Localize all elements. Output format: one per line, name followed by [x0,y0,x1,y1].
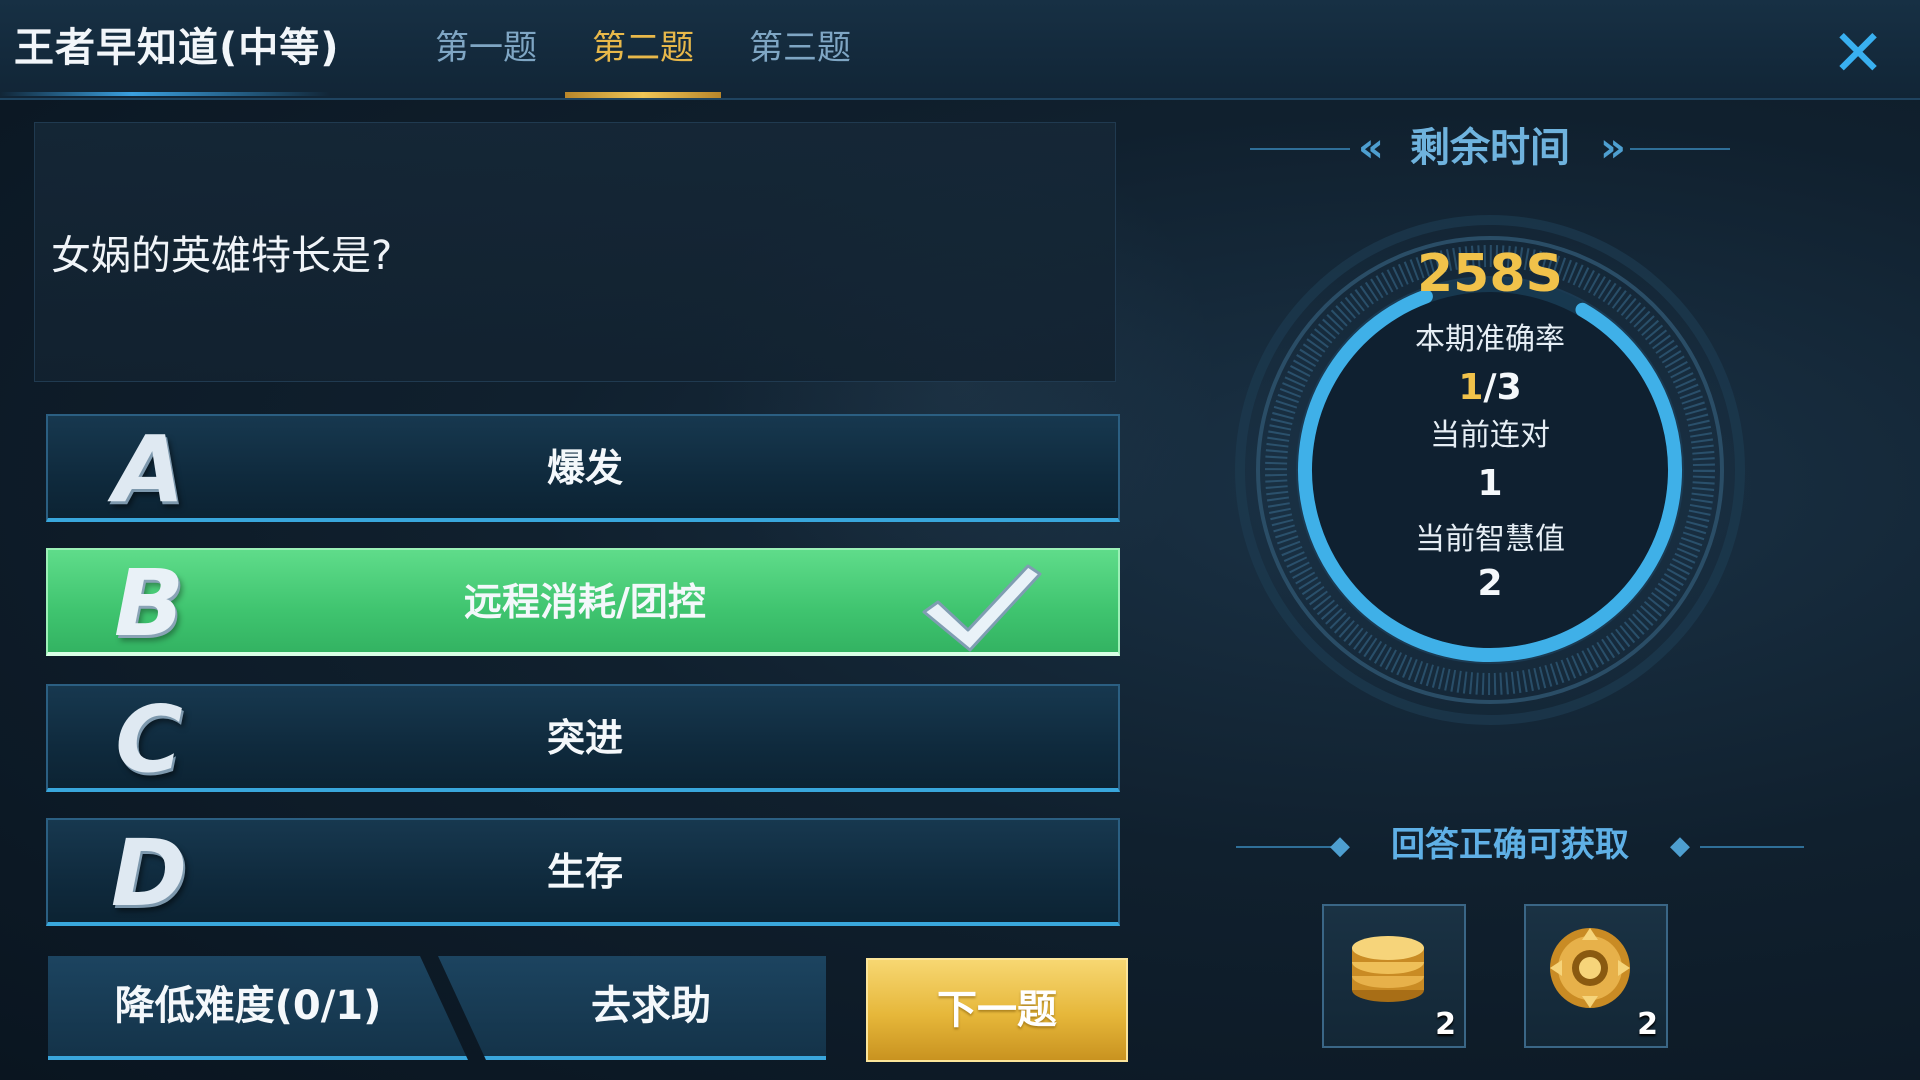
next-question-button[interactable]: 下一题 [866,958,1128,1062]
gold-token-icon [1550,928,1630,1008]
reward-count: 2 [1435,1007,1456,1042]
tab-question-2[interactable]: 第二题 [565,0,721,98]
option-label: 突进 [546,716,623,760]
tab-question-3[interactable]: 第三题 [722,18,878,78]
deco-line-right [1630,148,1730,150]
question-text: 女娲的英雄特长是? [51,233,393,279]
reward-slot-token[interactable]: 2 [1524,904,1668,1048]
reward-deco-right [1700,846,1804,848]
question-panel: 女娲的英雄特长是? [34,122,1116,382]
option-b-button[interactable]: B 远程消耗/团控 [46,548,1120,656]
next-question-label: 下一题 [937,987,1057,1033]
diamond-right-icon: ◆ [1670,831,1690,861]
streak-value: 1 [1477,463,1503,504]
timer-header: « 剩余时间 » [1250,118,1730,178]
tab-question-1[interactable]: 第一题 [408,18,564,78]
reward-title: 回答正确可获取 [1391,825,1629,865]
checkmark-icon [922,564,1042,652]
header-bar: 王者早知道(中等) 第一题 第二题 第三题 ✕ [0,0,1920,100]
title-underline [0,92,330,96]
chevron-right-icon: » [1600,125,1626,171]
streak-label: 当前连对 [1430,418,1550,453]
wisdom-value: 2 [1477,563,1503,604]
accuracy-value: 1/3 [1458,367,1522,408]
reward-slot-coins[interactable]: 2 [1322,904,1466,1048]
close-icon[interactable]: ✕ [1828,22,1888,86]
accuracy-label: 本期准确率 [1415,322,1565,357]
lower-difficulty-label: 降低难度(0/1) [114,983,382,1029]
ask-help-label: 去求助 [591,983,711,1029]
option-c-button[interactable]: C 突进 [46,684,1120,792]
wisdom-label: 当前智慧值 [1415,522,1565,557]
time-remaining: 258S [1417,244,1563,304]
lower-difficulty-button[interactable]: 降低难度(0/1) [48,956,468,1060]
option-label: 生存 [546,850,623,894]
option-a-button[interactable]: A 爆发 [46,414,1120,522]
option-d-button[interactable]: D 生存 [46,818,1120,926]
reward-count: 2 [1637,1007,1658,1042]
coin-stack-icon [1352,936,1424,1002]
option-label: 爆发 [546,446,623,490]
quiz-title: 王者早知道(中等) [14,25,340,71]
ask-help-button[interactable]: 去求助 [438,956,826,1060]
